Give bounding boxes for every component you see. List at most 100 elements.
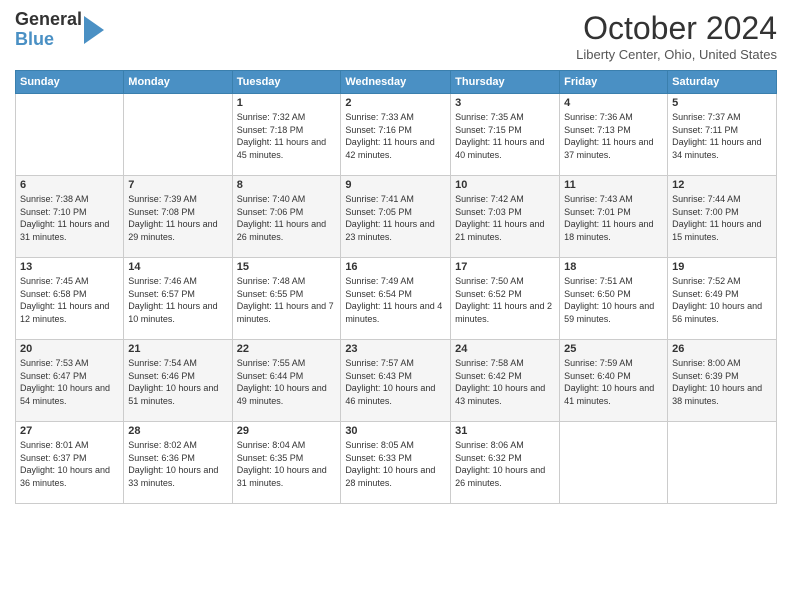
- day-info: Sunrise: 7:55 AM Sunset: 6:44 PM Dayligh…: [237, 357, 337, 407]
- day-number: 27: [20, 425, 119, 437]
- calendar-cell: 18Sunrise: 7:51 AM Sunset: 6:50 PM Dayli…: [560, 258, 668, 340]
- day-number: 6: [20, 179, 119, 191]
- calendar-cell: [668, 422, 777, 504]
- weekday-header-sunday: Sunday: [16, 71, 124, 94]
- day-info: Sunrise: 7:42 AM Sunset: 7:03 PM Dayligh…: [455, 193, 555, 243]
- day-number: 13: [20, 261, 119, 273]
- day-info: Sunrise: 8:00 AM Sunset: 6:39 PM Dayligh…: [672, 357, 772, 407]
- day-info: Sunrise: 7:40 AM Sunset: 7:06 PM Dayligh…: [237, 193, 337, 243]
- calendar-cell: 29 Sunrise: 8:04 AM Sunset: 6:35 PM Dayli…: [232, 422, 341, 504]
- calendar-cell: 24Sunrise: 7:58 AM Sunset: 6:42 PM Dayli…: [451, 340, 560, 422]
- day-number: 31: [455, 425, 555, 437]
- day-number: 25: [564, 343, 663, 355]
- calendar-page: General Blue October 2024 Liberty Center…: [0, 0, 792, 612]
- calendar-cell: [16, 94, 124, 176]
- day-info: Sunrise: 8:01 AM Sunset: 6:37 PM Dayligh…: [20, 439, 119, 489]
- calendar-cell: 26 Sunrise: 8:00 AM Sunset: 6:39 PM Dayli…: [668, 340, 777, 422]
- logo-general: General: [15, 10, 82, 30]
- day-info: Sunrise: 7:41 AM Sunset: 7:05 PM Dayligh…: [345, 193, 446, 243]
- day-number: 2: [345, 97, 446, 109]
- month-title: October 2024: [576, 10, 777, 47]
- day-info: Sunrise: 7:59 AM Sunset: 6:40 PM Dayligh…: [564, 357, 663, 407]
- day-info: Sunrise: 7:53 AM Sunset: 6:47 PM Dayligh…: [20, 357, 119, 407]
- day-number: 7: [128, 179, 227, 191]
- calendar-cell: 4Sunrise: 7:36 AM Sunset: 7:13 PM Daylig…: [560, 94, 668, 176]
- day-number: 29: [237, 425, 337, 437]
- day-info: Sunrise: 7:33 AM Sunset: 7:16 PM Dayligh…: [345, 111, 446, 161]
- day-number: 8: [237, 179, 337, 191]
- day-info: Sunrise: 7:45 AM Sunset: 6:58 PM Dayligh…: [20, 275, 119, 325]
- day-number: 14: [128, 261, 227, 273]
- calendar-cell: 8 Sunrise: 7:40 AM Sunset: 7:06 PM Daylig…: [232, 176, 341, 258]
- day-number: 12: [672, 179, 772, 191]
- calendar-cell: 31 Sunrise: 8:06 AM Sunset: 6:32 PM Dayli…: [451, 422, 560, 504]
- day-number: 15: [237, 261, 337, 273]
- day-number: 5: [672, 97, 772, 109]
- day-info: Sunrise: 7:58 AM Sunset: 6:42 PM Dayligh…: [455, 357, 555, 407]
- calendar-cell: 22 Sunrise: 7:55 AM Sunset: 6:44 PM Dayli…: [232, 340, 341, 422]
- day-number: 10: [455, 179, 555, 191]
- day-info: Sunrise: 7:36 AM Sunset: 7:13 PM Dayligh…: [564, 111, 663, 161]
- day-number: 23: [345, 343, 446, 355]
- week-row-2: 13 Sunrise: 7:45 AM Sunset: 6:58 PM Dayli…: [16, 258, 777, 340]
- day-info: Sunrise: 7:49 AM Sunset: 6:54 PM Dayligh…: [345, 275, 446, 325]
- day-info: Sunrise: 8:06 AM Sunset: 6:32 PM Dayligh…: [455, 439, 555, 489]
- calendar-cell: 5 Sunrise: 7:37 AM Sunset: 7:11 PM Daylig…: [668, 94, 777, 176]
- calendar-header: SundayMondayTuesdayWednesdayThursdayFrid…: [16, 71, 777, 94]
- calendar-table: SundayMondayTuesdayWednesdayThursdayFrid…: [15, 70, 777, 504]
- week-row-3: 20 Sunrise: 7:53 AM Sunset: 6:47 PM Dayli…: [16, 340, 777, 422]
- calendar-cell: 21 Sunrise: 7:54 AM Sunset: 6:46 PM Dayli…: [124, 340, 232, 422]
- day-number: 3: [455, 97, 555, 109]
- day-info: Sunrise: 8:04 AM Sunset: 6:35 PM Dayligh…: [237, 439, 337, 489]
- weekday-header-friday: Friday: [560, 71, 668, 94]
- calendar-cell: 2 Sunrise: 7:33 AM Sunset: 7:16 PM Daylig…: [341, 94, 451, 176]
- calendar-body: 1Sunrise: 7:32 AM Sunset: 7:18 PM Daylig…: [16, 94, 777, 504]
- day-info: Sunrise: 7:52 AM Sunset: 6:49 PM Dayligh…: [672, 275, 772, 325]
- calendar-cell: 19 Sunrise: 7:52 AM Sunset: 6:49 PM Dayli…: [668, 258, 777, 340]
- day-info: Sunrise: 7:35 AM Sunset: 7:15 PM Dayligh…: [455, 111, 555, 161]
- day-number: 19: [672, 261, 772, 273]
- calendar-cell: 15Sunrise: 7:48 AM Sunset: 6:55 PM Dayli…: [232, 258, 341, 340]
- calendar-cell: 3 Sunrise: 7:35 AM Sunset: 7:15 PM Daylig…: [451, 94, 560, 176]
- weekday-header-monday: Monday: [124, 71, 232, 94]
- day-info: Sunrise: 8:05 AM Sunset: 6:33 PM Dayligh…: [345, 439, 446, 489]
- header: General Blue October 2024 Liberty Center…: [15, 10, 777, 62]
- day-info: Sunrise: 7:51 AM Sunset: 6:50 PM Dayligh…: [564, 275, 663, 325]
- day-number: 11: [564, 179, 663, 191]
- weekday-header-tuesday: Tuesday: [232, 71, 341, 94]
- title-block: October 2024 Liberty Center, Ohio, Unite…: [576, 10, 777, 62]
- day-info: Sunrise: 7:50 AM Sunset: 6:52 PM Dayligh…: [455, 275, 555, 325]
- day-info: Sunrise: 7:43 AM Sunset: 7:01 PM Dayligh…: [564, 193, 663, 243]
- weekday-header-thursday: Thursday: [451, 71, 560, 94]
- calendar-cell: 20 Sunrise: 7:53 AM Sunset: 6:47 PM Dayli…: [16, 340, 124, 422]
- calendar-cell: 10 Sunrise: 7:42 AM Sunset: 7:03 PM Dayli…: [451, 176, 560, 258]
- day-number: 21: [128, 343, 227, 355]
- logo-blue: Blue: [15, 30, 82, 50]
- location: Liberty Center, Ohio, United States: [576, 47, 777, 62]
- day-info: Sunrise: 7:57 AM Sunset: 6:43 PM Dayligh…: [345, 357, 446, 407]
- weekday-header-row: SundayMondayTuesdayWednesdayThursdayFrid…: [16, 71, 777, 94]
- day-number: 20: [20, 343, 119, 355]
- weekday-header-wednesday: Wednesday: [341, 71, 451, 94]
- day-info: Sunrise: 7:32 AM Sunset: 7:18 PM Dayligh…: [237, 111, 337, 161]
- week-row-4: 27 Sunrise: 8:01 AM Sunset: 6:37 PM Dayli…: [16, 422, 777, 504]
- week-row-1: 6Sunrise: 7:38 AM Sunset: 7:10 PM Daylig…: [16, 176, 777, 258]
- day-number: 30: [345, 425, 446, 437]
- day-info: Sunrise: 7:46 AM Sunset: 6:57 PM Dayligh…: [128, 275, 227, 325]
- day-info: Sunrise: 7:54 AM Sunset: 6:46 PM Dayligh…: [128, 357, 227, 407]
- calendar-cell: 1Sunrise: 7:32 AM Sunset: 7:18 PM Daylig…: [232, 94, 341, 176]
- day-info: Sunrise: 7:39 AM Sunset: 7:08 PM Dayligh…: [128, 193, 227, 243]
- calendar-cell: 28Sunrise: 8:02 AM Sunset: 6:36 PM Dayli…: [124, 422, 232, 504]
- calendar-cell: 14 Sunrise: 7:46 AM Sunset: 6:57 PM Dayli…: [124, 258, 232, 340]
- calendar-cell: 25 Sunrise: 7:59 AM Sunset: 6:40 PM Dayli…: [560, 340, 668, 422]
- day-number: 16: [345, 261, 446, 273]
- week-row-0: 1Sunrise: 7:32 AM Sunset: 7:18 PM Daylig…: [16, 94, 777, 176]
- day-info: Sunrise: 7:37 AM Sunset: 7:11 PM Dayligh…: [672, 111, 772, 161]
- calendar-cell: [560, 422, 668, 504]
- logo-text: General Blue: [15, 10, 82, 50]
- day-number: 26: [672, 343, 772, 355]
- day-info: Sunrise: 8:02 AM Sunset: 6:36 PM Dayligh…: [128, 439, 227, 489]
- calendar-cell: [124, 94, 232, 176]
- calendar-cell: 6Sunrise: 7:38 AM Sunset: 7:10 PM Daylig…: [16, 176, 124, 258]
- day-number: 22: [237, 343, 337, 355]
